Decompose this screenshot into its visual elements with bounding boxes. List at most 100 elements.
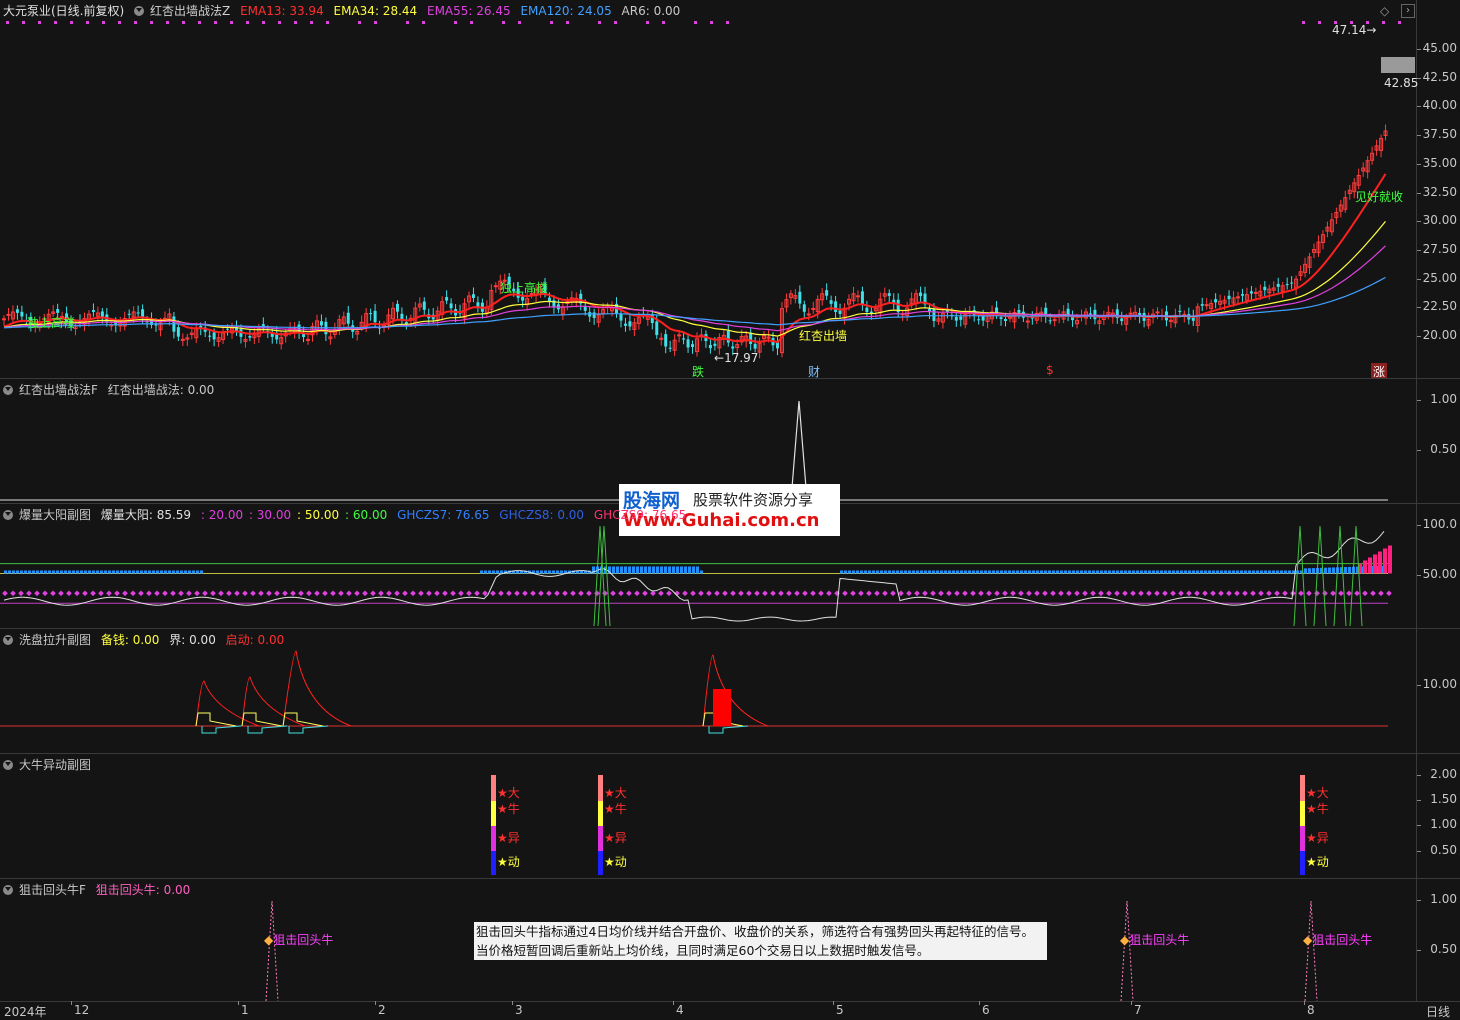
volume-bar	[844, 570, 847, 574]
level-30-marker	[1282, 590, 1288, 597]
pane2-tick: 0.50	[1430, 442, 1457, 456]
volume-bar	[912, 570, 915, 574]
volume-bar	[1152, 570, 1155, 574]
volume-bar	[984, 570, 987, 574]
volume-bar	[52, 570, 55, 574]
main-indicator-name[interactable]: 红杏出墙战法Z	[150, 4, 230, 18]
xipan-pane[interactable]: 洗盘拉升副图 备钱: 0.00 界: 0.00 启动: 0.00	[0, 629, 1416, 753]
level-30-marker	[298, 590, 304, 597]
pane-menu-icon[interactable]	[3, 385, 13, 395]
marker-die[interactable]: 跌	[692, 363, 704, 378]
level-30-marker	[1066, 590, 1072, 597]
pane-menu-icon[interactable]	[3, 885, 13, 895]
stacked-segment	[598, 775, 603, 801]
stacked-segment	[491, 801, 496, 826]
diamond-icon[interactable]: ◇	[1380, 4, 1389, 18]
volume-bar	[1212, 570, 1215, 574]
pane4-title[interactable]: 洗盘拉升副图	[19, 633, 91, 647]
volume-bar	[1260, 570, 1263, 574]
level-30-marker	[642, 590, 648, 597]
volume-bar	[840, 570, 843, 574]
volume-bar	[624, 566, 627, 574]
price-tick: 27.50	[1422, 241, 1457, 256]
candlestick-chart[interactable]	[0, 0, 1416, 378]
volume-bar	[1196, 570, 1199, 574]
volume-bar	[8, 570, 11, 574]
pane2-title[interactable]: 红杏出墙战法F	[19, 383, 98, 397]
signal-dot	[310, 21, 313, 24]
spike-line	[1349, 525, 1363, 627]
level-30-marker	[426, 590, 432, 597]
curve-yellow	[282, 712, 324, 727]
daniu-pane[interactable]: 大牛异动副图 ★大 ★牛 ★异 ★动 ★大 ★牛 ★异 ★动 ★大 ★牛 ★异 ★动	[0, 754, 1416, 878]
candle-body	[1227, 295, 1231, 300]
high-price-label: 47.14→	[1332, 23, 1377, 37]
jiji-signal-2[interactable]: ◆狙击回头牛	[1120, 931, 1189, 948]
volume-bar	[200, 570, 203, 574]
level-30-marker	[810, 590, 816, 597]
pane-menu-icon[interactable]	[3, 635, 13, 645]
candle-body	[1276, 283, 1280, 287]
pane6-title[interactable]: 狙击回头牛F	[19, 883, 86, 897]
candle-body	[493, 285, 498, 288]
volume-bar	[996, 570, 999, 574]
volume-bar	[900, 570, 903, 574]
volume-bar	[1036, 570, 1039, 574]
level-30-marker	[930, 590, 936, 597]
volume-bar	[560, 570, 563, 574]
volume-bar	[1312, 568, 1315, 574]
volume-bar	[1280, 570, 1283, 574]
pane-menu-icon[interactable]	[3, 760, 13, 770]
volume-bar	[144, 570, 147, 574]
candle-body	[1253, 291, 1258, 294]
pane3-tick: 100.0	[1422, 517, 1457, 531]
candle-body	[136, 312, 140, 314]
time-axis: 2024年 12 1 2 3 4 5 6 7 8	[0, 1001, 1460, 1019]
time-axis-label: 3	[515, 1003, 523, 1017]
volume-bar	[1092, 570, 1095, 574]
marker-zhang[interactable]: 涨	[1371, 363, 1388, 378]
volume-bar	[904, 570, 907, 574]
candle-body	[811, 307, 816, 310]
candle-body	[369, 313, 373, 315]
marker-cai[interactable]: 财	[808, 363, 820, 378]
level-30-marker	[130, 590, 136, 597]
period-label[interactable]: 日线	[1426, 1003, 1450, 1020]
candle-body	[999, 317, 1003, 319]
pane5-title[interactable]: 大牛异动副图	[19, 758, 91, 772]
pane6-axis: 1.00 0.50	[1416, 879, 1460, 1001]
level-30-marker	[1122, 590, 1128, 597]
nav-arrow-icon[interactable]: ›	[1401, 4, 1415, 18]
volume-bar	[140, 570, 143, 574]
candle-body	[1285, 284, 1289, 286]
indicator-menu-icon[interactable]	[134, 6, 145, 16]
pane6-tick: 1.00	[1430, 892, 1457, 906]
signal-dot	[198, 21, 201, 24]
daniu-star-label: ★动	[497, 855, 520, 869]
pane-menu-icon[interactable]	[3, 510, 13, 520]
candle-body	[954, 317, 958, 321]
volume-bar	[1220, 570, 1223, 574]
price-tick: 45.00	[1422, 41, 1457, 55]
candle-body	[855, 295, 860, 298]
volume-bar	[1060, 570, 1063, 574]
jiji-signal-3[interactable]: ◆狙击回头牛	[1303, 931, 1372, 948]
annotation-dushang-mid: 独上高楼	[500, 281, 549, 295]
volume-bar	[1308, 568, 1311, 574]
candle-body	[919, 292, 923, 297]
candle-body	[865, 307, 869, 313]
level-30-marker	[714, 590, 720, 597]
candle-body	[860, 291, 864, 304]
pane3-title[interactable]: 爆量大阳副图	[19, 508, 91, 522]
ema55-line	[3, 245, 1386, 332]
jiji-signal-1[interactable]: ◆狙击回头牛	[264, 931, 333, 948]
level-30-marker	[754, 590, 760, 597]
volume-bar	[908, 570, 911, 574]
level-30-marker	[1258, 590, 1264, 597]
ar6-value: AR6: 0.00	[621, 4, 681, 18]
candle-body	[887, 293, 891, 296]
marker-dollar[interactable]: $	[1046, 363, 1054, 377]
price-chart-pane[interactable]: 大元泵业(日线.前复权) 红杏出墙战法Z EMA13: 33.94 EMA34:…	[0, 0, 1416, 378]
candle-body	[981, 315, 985, 321]
time-axis-label: 7	[1134, 1003, 1142, 1017]
